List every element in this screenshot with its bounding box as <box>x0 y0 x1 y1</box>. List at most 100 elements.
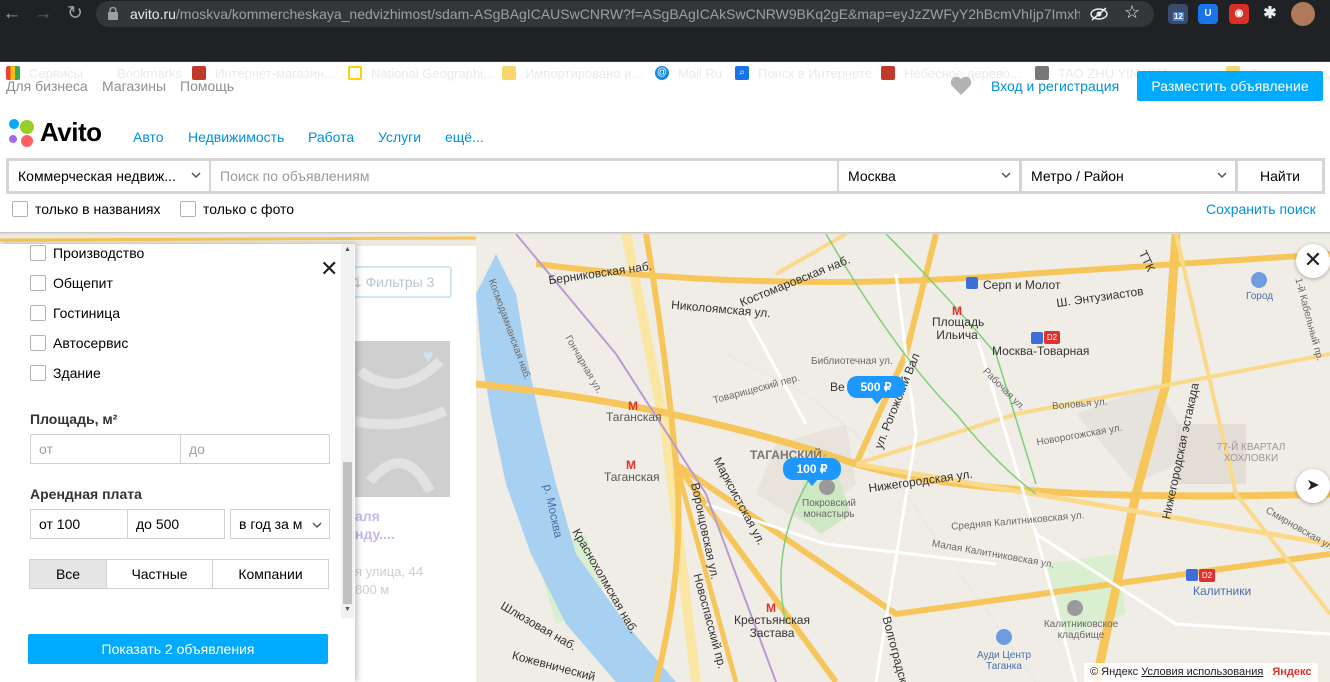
type-production-checkbox[interactable]: Производство <box>30 245 144 261</box>
category-jobs[interactable]: Работа <box>308 129 354 145</box>
profile-avatar[interactable] <box>1291 2 1315 26</box>
map-label: 77-Й КВАРТАЛ ХОХЛОВКИ <box>1216 442 1286 464</box>
map-label: Ауди Центр Таганка <box>976 650 1032 672</box>
listing-title[interactable]: аля нду.... <box>355 507 395 543</box>
close-map-icon[interactable]: ✕ <box>1296 244 1330 278</box>
scroll-up-icon[interactable]: ▲ <box>344 246 351 253</box>
metro-select[interactable]: Метро / Район <box>1022 161 1235 191</box>
show-results-button[interactable]: Показать 2 объявления <box>28 634 328 664</box>
pin-tail <box>871 397 883 404</box>
category-more[interactable]: ещё... <box>445 129 484 145</box>
map-canvas[interactable] <box>476 234 1330 682</box>
seller-tab-private[interactable]: Частные <box>106 559 213 589</box>
price-pin-100[interactable]: 100 ₽ <box>783 458 841 480</box>
shopping-bag-icon <box>1251 272 1267 288</box>
favorites-heart-icon[interactable] <box>950 76 972 96</box>
link-business[interactable]: Для бизнеса <box>6 78 88 94</box>
category-realty[interactable]: Недвижимость <box>188 129 284 145</box>
reload-icon[interactable]: ↻ <box>63 2 87 26</box>
seller-tab-companies[interactable]: Компании <box>212 559 329 589</box>
puzzle-icon[interactable]: ✱ <box>1260 4 1280 24</box>
listing-address: я улица, 44 <box>355 564 424 579</box>
map-label: Таганская <box>604 470 660 484</box>
eye-off-icon[interactable] <box>1090 7 1108 21</box>
filters-button[interactable]: ⇅ Фильтры 3 <box>340 266 452 298</box>
checkbox-box[interactable] <box>180 201 196 217</box>
seller-tab-all[interactable]: Все <box>29 559 107 589</box>
chevron-down-icon <box>1001 172 1011 179</box>
rent-to-input[interactable]: до 500 <box>127 509 225 539</box>
price-pin-500[interactable]: 500 ₽ <box>847 376 905 398</box>
u-extension-icon[interactable]: U <box>1198 4 1218 24</box>
metro-icon: M <box>626 458 636 472</box>
category-services[interactable]: Услуги <box>378 129 421 145</box>
cemetery-icon <box>1067 600 1083 616</box>
map-label: Библиотечная ул. <box>811 356 893 367</box>
geolocation-icon[interactable]: ➤ <box>1296 469 1330 503</box>
bookmark-search[interactable]: ⌕ Поиск в Интернете <box>735 65 872 81</box>
map-label: Калитники <box>1193 584 1252 598</box>
save-search-link[interactable]: Сохранить поиск <box>1206 201 1316 217</box>
bookmarks-bar: Сервисы ★ Bookmarks Интернет-магазин... N… <box>0 28 1330 81</box>
checkbox-box[interactable] <box>30 305 46 321</box>
checkbox-box[interactable] <box>30 365 46 381</box>
category-auto[interactable]: Авто <box>133 129 164 145</box>
search-input[interactable]: Поиск по объявлениям <box>211 161 837 191</box>
type-catering-checkbox[interactable]: Общепит <box>30 275 113 291</box>
train-icon <box>1031 332 1043 344</box>
chevron-down-icon <box>312 522 322 529</box>
link-shops[interactable]: Магазины <box>102 78 166 94</box>
car-icon <box>881 66 895 80</box>
avito-logo-text[interactable]: Avito <box>40 117 102 148</box>
map-label: Москва-Товарная <box>992 344 1090 358</box>
type-building-checkbox[interactable]: Здание <box>30 365 101 381</box>
star-icon[interactable]: ☆ <box>1124 2 1140 23</box>
car-service-icon <box>996 629 1012 645</box>
terms-link[interactable]: Условия использования <box>1141 666 1263 678</box>
extension-badge-icon[interactable]: 12 <box>1168 4 1188 24</box>
link-help[interactable]: Помощь <box>180 78 234 94</box>
area-from-input[interactable]: от <box>30 434 181 464</box>
map-view[interactable]: Берниковская наб. Костомаровская наб. Ни… <box>476 234 1330 682</box>
search-button[interactable]: Найти <box>1238 161 1322 191</box>
checkbox-box[interactable] <box>30 245 46 261</box>
bookmark-mailru[interactable]: @ Mail.Ru <box>655 65 722 81</box>
scroll-thumb[interactable] <box>343 462 352 604</box>
rent-from-input[interactable]: от 100 <box>30 509 128 539</box>
address-bar[interactable]: avito.ru/moskva/kommercheskaya_nedvizhim… <box>96 1 1154 27</box>
favorite-heart-icon[interactable]: ♥ <box>423 346 434 367</box>
type-hotel-checkbox[interactable]: Гостиница <box>30 305 120 321</box>
forward-icon[interactable]: → <box>31 2 55 26</box>
checkbox-box[interactable] <box>30 275 46 291</box>
area-to-input[interactable]: до <box>180 434 330 464</box>
folder-icon <box>502 66 516 80</box>
chevron-down-icon <box>1217 172 1227 179</box>
bookmark-imported[interactable]: Импортировано и... <box>502 65 642 81</box>
back-icon[interactable]: ← <box>0 2 24 26</box>
login-link[interactable]: Вход и регистрация <box>991 78 1119 94</box>
metro-icon: M <box>952 304 962 318</box>
search-icon: ⌕ <box>735 66 749 80</box>
checkbox-box[interactable] <box>12 201 28 217</box>
type-autoservice-checkbox[interactable]: Автосервис <box>30 335 128 351</box>
only-photo-checkbox[interactable]: только с фото <box>180 201 294 217</box>
checkbox-box[interactable] <box>30 335 46 351</box>
pin-tail <box>806 479 818 486</box>
scroll-down-icon[interactable]: ▼ <box>344 606 351 613</box>
close-filters-icon[interactable]: ✕ <box>320 256 338 282</box>
rent-period-select[interactable]: в год за м <box>230 509 330 539</box>
map-label: Покровский монастырь <box>802 498 856 520</box>
only-titles-checkbox[interactable]: только в названиях <box>12 201 160 217</box>
category-select[interactable]: Коммерческая недвиж... <box>9 161 209 191</box>
train-icon <box>1186 569 1198 581</box>
yandex-logo[interactable]: Яндекс <box>1272 666 1311 678</box>
avito-logo-icon[interactable] <box>7 117 37 149</box>
bookmark-natgeo[interactable]: National Geographi... <box>348 65 494 81</box>
listing-photo[interactable] <box>350 341 450 497</box>
city-select[interactable]: Москва <box>839 161 1019 191</box>
train-icon <box>966 277 978 289</box>
post-ad-button[interactable]: Разместить объявление <box>1137 71 1323 101</box>
record-extension-icon[interactable]: ◉ <box>1229 4 1249 24</box>
map-copyright: © Яндекс Условия использования Яндекс <box>1084 663 1318 682</box>
map-label: Ве <box>830 380 845 394</box>
